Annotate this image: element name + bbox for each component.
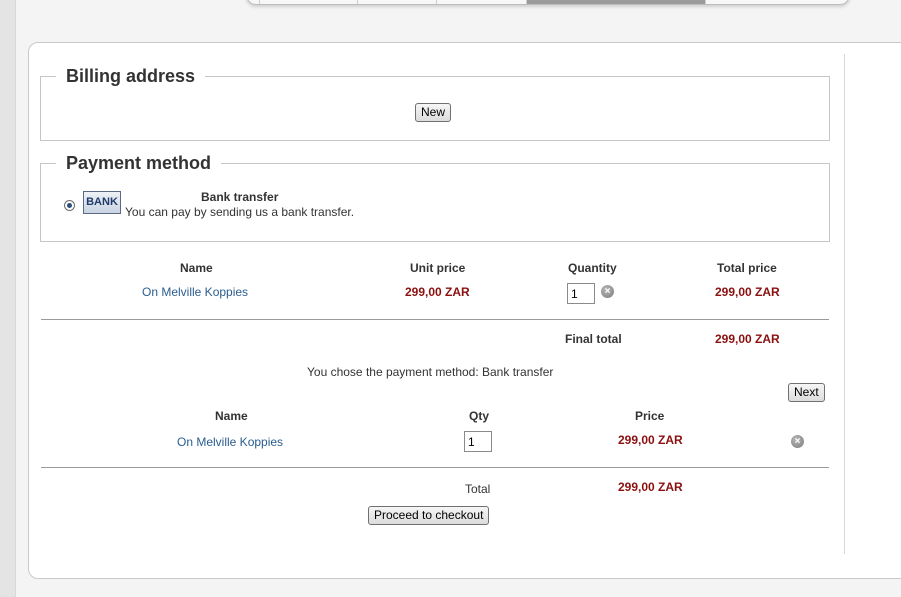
tab-active[interactable] — [527, 0, 706, 4]
chosen-payment-message: You chose the payment method: Bank trans… — [307, 365, 554, 379]
order-item-name-link[interactable]: On Melville Koppies — [142, 285, 248, 299]
bank-transfer-radio[interactable] — [64, 200, 75, 211]
next-button[interactable]: Next — [788, 383, 825, 402]
top-tab-bar — [246, 0, 850, 5]
final-total-value: 299,00 ZAR — [715, 332, 780, 346]
bank-logo-icon: BANK — [83, 191, 121, 214]
order-item-total-price: 299,00 ZAR — [715, 285, 780, 299]
left-edge-strip — [0, 0, 16, 597]
cart-header-price: Price — [635, 409, 665, 423]
new-address-button[interactable]: New — [415, 103, 452, 122]
payment-method-legend: Payment method — [66, 153, 212, 173]
proceed-to-checkout-button[interactable]: Proceed to checkout — [368, 506, 490, 525]
cart-header-qty: Qty — [469, 409, 490, 423]
billing-address-legend: Billing address — [66, 66, 196, 86]
cart-divider — [41, 467, 829, 468]
cart-header-name: Name — [215, 409, 248, 423]
remove-icon[interactable]: × — [791, 435, 804, 448]
tab-5[interactable] — [706, 0, 837, 4]
cart-total-label: Total — [465, 482, 491, 496]
order-header-name: Name — [180, 261, 213, 275]
cart-item-name-link[interactable]: On Melville Koppies — [177, 435, 283, 449]
order-item-unit-price: 299,00 ZAR — [405, 285, 470, 299]
order-header-total-price: Total price — [717, 261, 777, 275]
tab-1[interactable] — [260, 0, 358, 4]
tab-3[interactable] — [437, 0, 527, 4]
order-quantity-input[interactable] — [567, 283, 595, 304]
cart-item-price: 299,00 ZAR — [618, 433, 683, 447]
order-header-unit-price: Unit price — [410, 261, 466, 275]
order-divider — [41, 319, 829, 320]
panel-divider — [844, 54, 845, 554]
cart-total-value: 299,00 ZAR — [618, 480, 683, 494]
cart-quantity-input[interactable] — [464, 431, 492, 452]
payment-method-name: Bank transfer — [201, 190, 279, 204]
tab-2[interactable] — [358, 0, 437, 4]
order-header-quantity: Quantity — [568, 261, 617, 275]
payment-method-description: You can pay by sending us a bank transfe… — [125, 205, 355, 219]
payment-method-fieldset: Payment method — [40, 153, 830, 242]
final-total-label: Final total — [565, 332, 622, 346]
remove-icon[interactable]: × — [601, 285, 614, 298]
